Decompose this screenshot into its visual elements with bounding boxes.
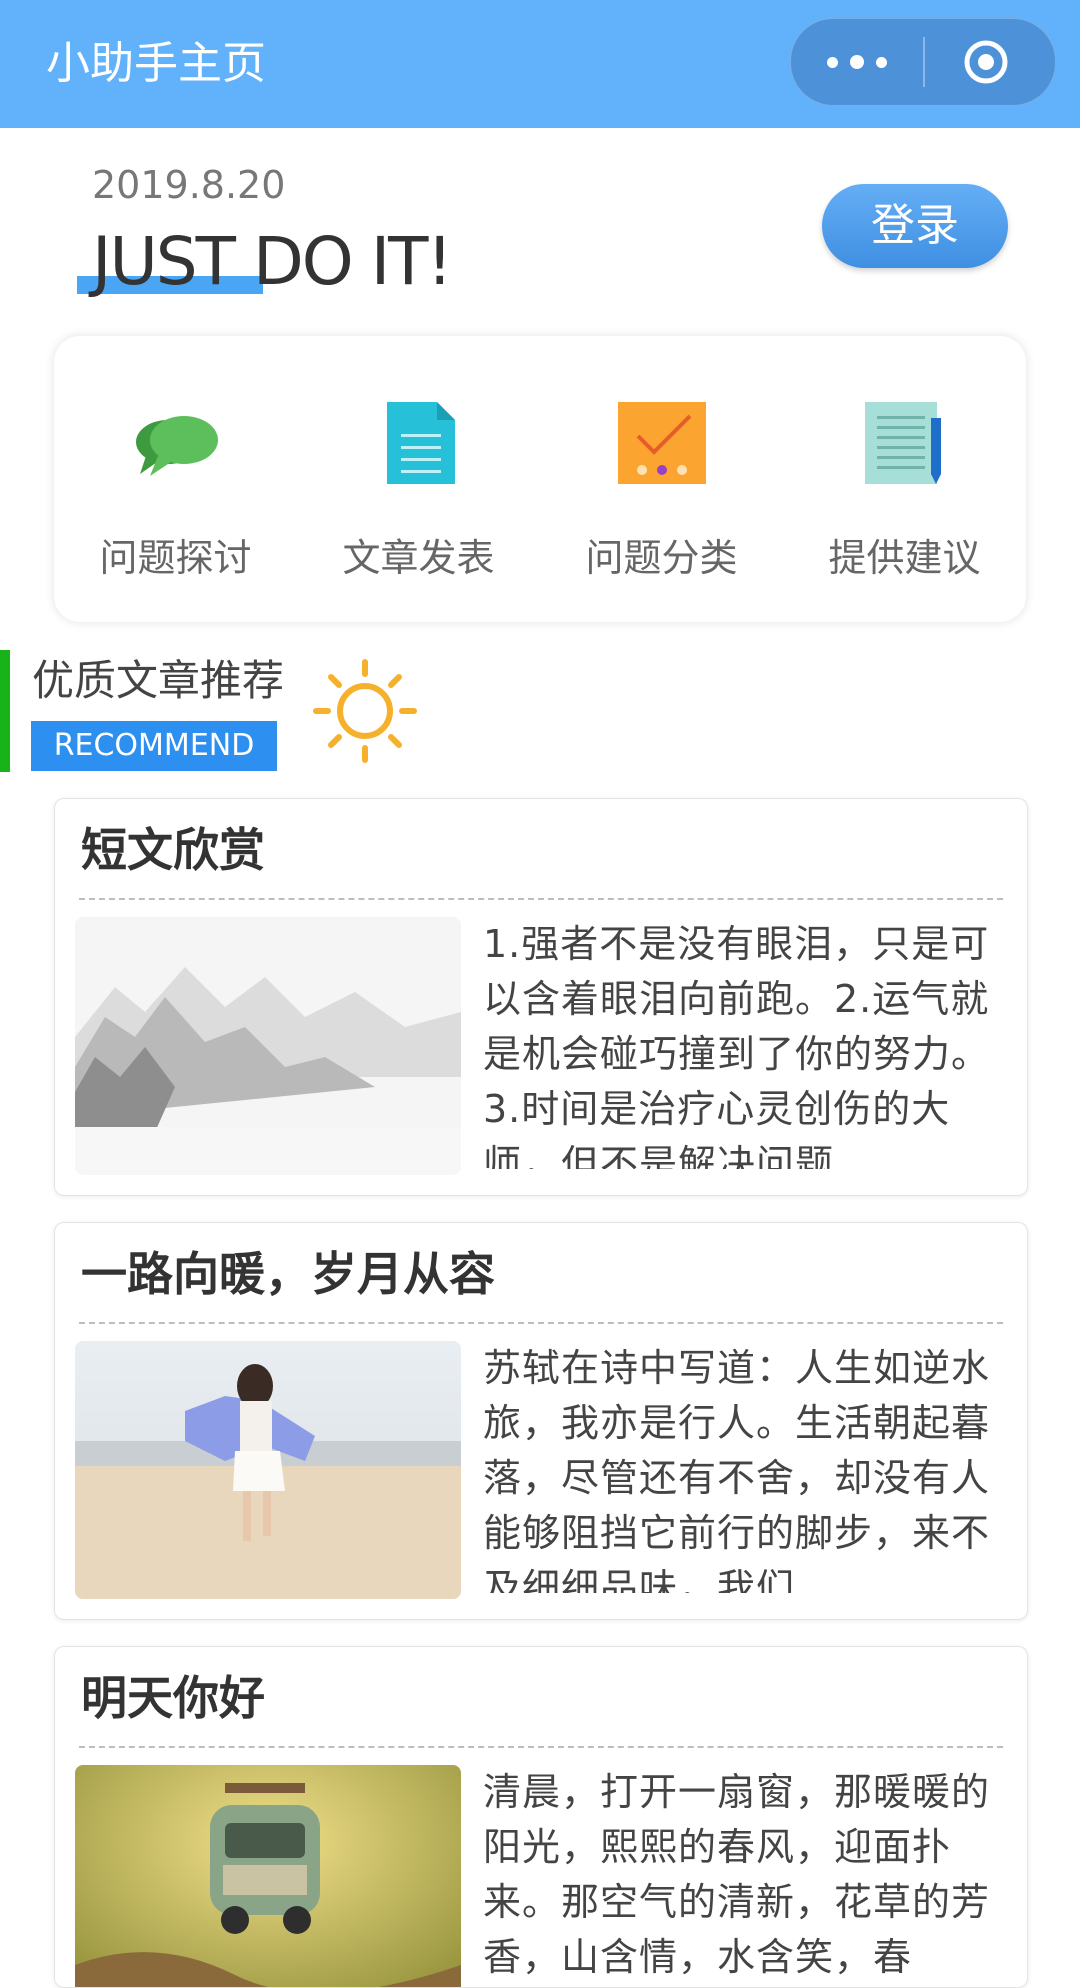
entry-label: 提供建议 [828,536,981,580]
nav-bar: 小助手主页 [0,0,1080,128]
category-board-icon [618,402,706,484]
article-card[interactable]: 一路向暖，岁月从容 苏轼在诗中写道：人生如逆水旅，我亦是行人。生活朝起暮落，尽管… [54,1222,1028,1620]
date-text: 2019.8.20 [92,163,286,207]
chat-bubble-icon [136,416,218,476]
article-divider [79,1322,1003,1324]
entry-publish-article[interactable]: 文章发表 [297,336,540,622]
recommend-title: 优质文章推荐 [32,656,285,705]
article-image-toy-van [75,1765,461,1987]
notepad-pen-icon [865,402,941,484]
recommend-tag: RECOMMEND [31,721,277,771]
article-title: 明天你好 [81,1671,265,1725]
entry-question-category[interactable]: 问题分类 [540,336,783,622]
entry-label: 问题分类 [585,536,738,580]
login-button[interactable]: 登录 [822,184,1008,268]
article-summary: 苏轼在诗中写道：人生如逆水旅，我亦是行人。生活朝起暮落，尽管还有不舍，却没有人能… [483,1346,991,1593]
recommend-accent-bar [0,650,10,772]
article-divider [79,1746,1003,1748]
entry-provide-suggestion[interactable]: 提供建议 [783,336,1026,622]
nav-title: 小助手主页 [46,38,266,89]
article-divider [79,898,1003,900]
entry-label: 问题探讨 [99,536,252,580]
article-title: 一路向暖，岁月从容 [81,1247,495,1301]
article-card[interactable]: 短文欣赏 1.强者不是没有眼泪，只是可以含着眼泪向前跑。2.运气就是机会碰巧撞到… [54,798,1028,1196]
slogan-text: JUST DO IT! [92,223,453,300]
document-icon [387,402,455,484]
article-card[interactable]: 明天你好 清晨，打开一扇窗，那暖暖的阳光，熙熙的春风，迎面扑来。那空气的清新，花… [54,1646,1028,1988]
sun-icon [313,659,417,763]
close-miniprogram-icon[interactable] [963,39,1009,85]
article-image-ink-landscape [75,917,461,1175]
mini-program-capsule [790,18,1056,106]
article-summary: 清晨，打开一扇窗，那暖暖的阳光，熙熙的春风，迎面扑来。那空气的清新，花草的芳香，… [483,1770,991,1979]
article-summary: 1.强者不是没有眼泪，只是可以含着眼泪向前跑。2.运气就是机会碰巧撞到了你的努力… [483,922,991,1169]
capsule-divider [923,37,925,87]
article-image-girl-on-beach [75,1341,461,1599]
quick-entry-card: 问题探讨 文章发表 问题分类 提供建议 [54,336,1026,622]
article-title: 短文欣赏 [81,823,265,877]
more-options-icon[interactable] [791,19,923,105]
entry-question-discussion[interactable]: 问题探讨 [54,336,297,622]
entry-label: 文章发表 [342,536,495,580]
